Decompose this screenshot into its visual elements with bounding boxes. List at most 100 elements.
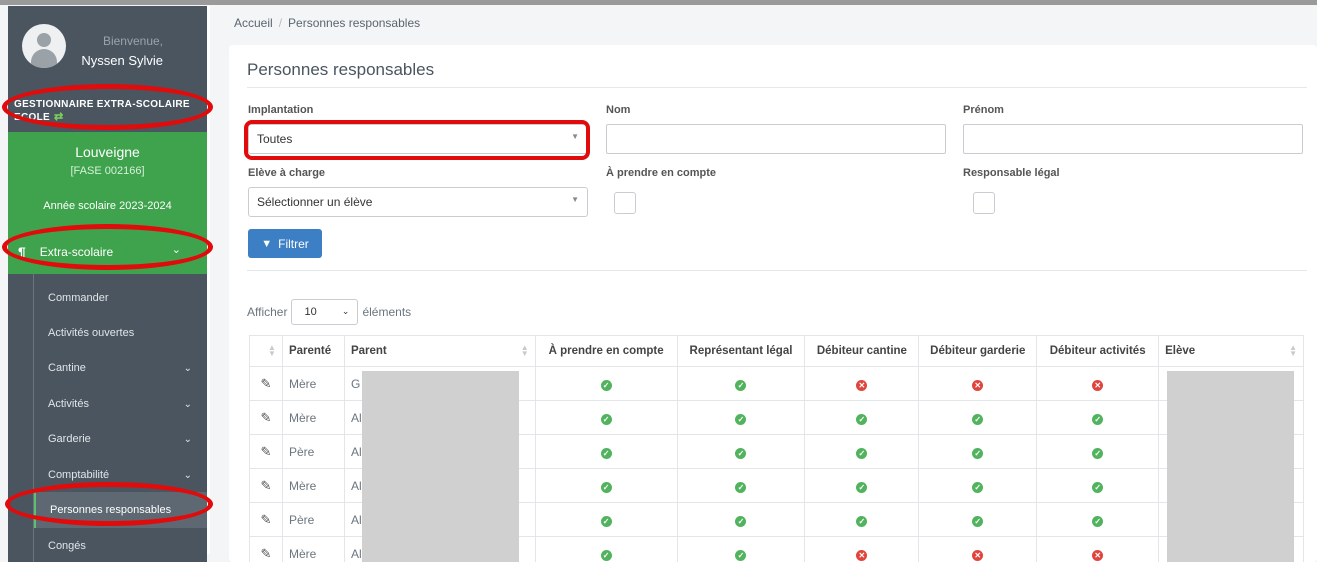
col-debiteur-garderie[interactable]: Débiteur garderie: [918, 335, 1038, 367]
cell-debiteur-garderie: ✕: [918, 366, 1038, 401]
responsable-legal-checkbox[interactable]: [973, 192, 995, 214]
cell-debiteur-cantine: ✕: [804, 536, 920, 562]
cell-debiteur-activites: ✓: [1036, 468, 1160, 503]
implantation-value: Toutes: [257, 132, 293, 146]
col-eleve-label: Elève: [1165, 345, 1196, 357]
swap-arrows-icon[interactable]: ⇄: [54, 111, 64, 123]
pencil-icon[interactable]: ✎: [261, 478, 272, 493]
cell-parente: Père: [281, 502, 345, 537]
menu-item-label: Cantine: [48, 362, 86, 374]
check-circle-icon: ✓: [600, 481, 612, 493]
chevron-down-icon: ⌄: [183, 433, 192, 445]
sidebar: Bienvenue, Nyssen Sylvie GESTIONNAIRE EX…: [8, 6, 208, 562]
col-representant[interactable]: Représentant légal: [676, 335, 806, 367]
menu-item-personnes-responsables[interactable]: Personnes responsables: [34, 492, 208, 528]
school-year[interactable]: Année scolaire 2023-2024: [8, 200, 207, 212]
cell-parente: Mère: [281, 536, 345, 562]
cell-representant: ✓: [676, 366, 806, 401]
menu-item-activites-ouvertes[interactable]: Activités ouvertes: [34, 315, 208, 351]
menu-item-label: Commander: [48, 292, 109, 304]
cell-debiteur-garderie: ✓: [918, 400, 1038, 435]
cell-debiteur-cantine: ✓: [804, 400, 920, 435]
menu-item-cantine[interactable]: Cantine ⌄: [34, 350, 208, 386]
check-circle-icon: ✓: [1092, 481, 1104, 493]
chevron-down-icon: ⌄: [341, 306, 350, 316]
check-circle-icon: ✓: [972, 515, 984, 527]
page-title: Personnes responsables: [247, 60, 435, 79]
page-length-select[interactable]: 10 ⌄: [291, 299, 359, 325]
breadcrumb-home[interactable]: Accueil: [234, 16, 273, 30]
user-name: Nyssen Sylvie: [81, 53, 163, 68]
menu-item-conges[interactable]: Congés: [34, 528, 208, 562]
col-parente[interactable]: Parenté: [281, 335, 345, 367]
cell-parente: Mère: [281, 366, 345, 401]
school-code: [FASE 002166]: [70, 165, 145, 177]
cell-representant: ✓: [676, 536, 806, 562]
chevron-down-icon: ⌄: [183, 398, 192, 410]
col-parent[interactable]: Parent ▲ ▼: [343, 335, 536, 367]
nom-input[interactable]: [606, 124, 946, 154]
check-circle-icon: ✓: [735, 515, 747, 527]
col-debiteur-activites[interactable]: Débiteur activités: [1036, 335, 1160, 367]
col-parent-label: Parent: [350, 345, 387, 357]
school-panel: Louveigne [FASE 002166] Année scolaire 2…: [8, 132, 207, 274]
top-border: [0, 0, 1317, 5]
cell-representant: ✓: [676, 400, 806, 435]
sort-icon: ▲ ▼: [1289, 343, 1297, 358]
role-switcher[interactable]: GESTIONNAIRE EXTRA-SCOLAIRE ECOLE ⇄: [8, 94, 207, 130]
divider: [247, 87, 1307, 88]
pencil-icon[interactable]: ✎: [261, 512, 272, 527]
check-circle-icon: ✓: [600, 515, 612, 527]
breadcrumb: Accueil / Personnes responsables: [234, 16, 420, 30]
check-circle-icon: ✓: [735, 549, 747, 561]
check-circle-icon: ✓: [1092, 447, 1104, 459]
menu-item-label: Activités: [48, 398, 89, 410]
cell-debiteur-activites: ✕: [1036, 536, 1160, 562]
col-prendre[interactable]: À prendre en compte: [534, 335, 678, 367]
check-circle-icon: ✓: [856, 481, 868, 493]
cell-parente: Père: [281, 434, 345, 469]
edit-cell: ✎: [249, 468, 283, 503]
menu-item-commander[interactable]: Commander: [34, 280, 208, 316]
check-circle-icon: ✓: [735, 481, 747, 493]
cell-debiteur-garderie: ✕: [918, 536, 1038, 562]
redacted-parent-names: [362, 371, 519, 562]
check-circle-icon: ✓: [600, 413, 612, 425]
prenom-input[interactable]: [963, 124, 1303, 154]
implantation-select[interactable]: Toutes ▼: [248, 124, 588, 154]
page-length-prefix: Afficher: [247, 305, 288, 319]
menu-item-garderie[interactable]: Garderie ⌄: [34, 421, 208, 457]
cell-debiteur-garderie: ✓: [918, 502, 1038, 537]
check-circle-icon: ✓: [972, 447, 984, 459]
sort-icon: ▲ ▼: [520, 343, 529, 358]
cell-parente: Mère: [281, 468, 345, 503]
edit-cell: ✎: [249, 536, 283, 562]
eleve-select[interactable]: Sélectionner un élève ▼: [248, 187, 588, 217]
sidebar-scrollbar[interactable]: [207, 6, 210, 554]
menu-extra-label: Extra-scolaire: [39, 245, 114, 259]
menu-item-comptabilite[interactable]: Comptabilité ⌄: [34, 457, 208, 493]
menu-item-activites[interactable]: Activités ⌄: [34, 386, 208, 422]
eleve-placeholder: Sélectionner un élève: [257, 195, 373, 209]
breadcrumb-separator: /: [278, 16, 283, 30]
col-eleve[interactable]: Elève ▲ ▼: [1158, 335, 1304, 367]
check-circle-icon: ✓: [1092, 515, 1104, 527]
check-circle-icon: ✓: [600, 447, 612, 459]
edit-cell: ✎: [249, 400, 283, 435]
menu-extra-scolaire[interactable]: ¶ Extra-scolaire ⌄: [8, 230, 207, 274]
pencil-icon[interactable]: ✎: [261, 410, 272, 425]
col-debiteur-cantine[interactable]: Débiteur cantine: [804, 335, 920, 367]
cell-debiteur-cantine: ✓: [804, 502, 920, 537]
prendre-en-compte-checkbox[interactable]: [614, 192, 636, 214]
caret-down-icon: ▼: [571, 132, 579, 141]
pencil-icon[interactable]: ✎: [261, 444, 272, 459]
pencil-icon[interactable]: ✎: [261, 546, 272, 561]
role-line-1: GESTIONNAIRE EXTRA-SCOLAIRE: [14, 99, 190, 110]
filter-button[interactable]: ▼ Filtrer: [248, 229, 322, 258]
cell-debiteur-garderie: ✓: [918, 434, 1038, 469]
eleve-label: Elève à charge: [248, 167, 326, 179]
pencil-icon[interactable]: ✎: [261, 376, 272, 391]
col-actions[interactable]: ▲ ▼: [249, 335, 283, 367]
avatar[interactable]: [22, 24, 66, 68]
school-name: Louveigne: [75, 144, 140, 160]
